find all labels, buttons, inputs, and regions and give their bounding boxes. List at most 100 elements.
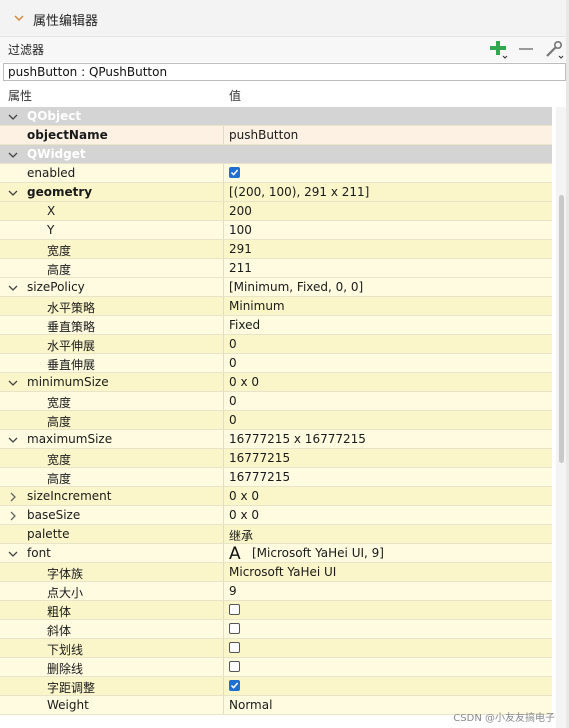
property-value[interactable]: 0 x 0 [229, 375, 259, 389]
chevron-down-icon[interactable] [8, 149, 18, 159]
property-checkbox[interactable] [229, 642, 240, 653]
property-row[interactable]: 删除线 [0, 658, 552, 677]
property-row[interactable]: 垂直伸展 0 [0, 354, 552, 373]
wrench-icon[interactable] [543, 38, 565, 60]
property-row[interactable]: 高度 16777215 [0, 468, 552, 487]
property-value[interactable]: 291 [229, 242, 252, 256]
property-row[interactable]: sizeIncrement 0 x 0 [0, 487, 552, 506]
property-name: 字距调整 [47, 681, 96, 695]
property-value[interactable]: 200 [229, 204, 252, 218]
property-name-cell: QWidget [0, 145, 224, 163]
chevron-down-icon[interactable] [8, 111, 18, 121]
property-row[interactable]: 字体族 Microsoft YaHei UI [0, 563, 552, 582]
property-row[interactable]: X 200 [0, 202, 552, 221]
property-name: 宽度 [47, 453, 72, 467]
property-value[interactable]: 211 [229, 261, 252, 275]
scrollbar-thumb[interactable] [559, 195, 564, 463]
property-row[interactable]: 水平策略 Minimum [0, 297, 552, 316]
property-row[interactable]: font A [Microsoft YaHei UI, 9] [0, 544, 552, 564]
plus-icon[interactable] [487, 38, 509, 60]
property-row[interactable]: Y 100 [0, 221, 552, 240]
property-value[interactable]: 16777215 [229, 451, 290, 465]
property-value[interactable]: 100 [229, 223, 252, 237]
property-value[interactable]: Microsoft YaHei UI [229, 565, 336, 579]
property-value[interactable]: Normal [229, 698, 272, 712]
property-value[interactable]: 16777215 [229, 470, 290, 484]
property-row[interactable]: 点大小 9 [0, 582, 552, 601]
property-name: 斜体 [47, 624, 72, 638]
property-checkbox[interactable] [229, 604, 240, 615]
property-name: 水平伸展 [47, 339, 96, 353]
property-name-cell: minimumSize [0, 373, 224, 391]
category-row[interactable]: QWidget [0, 145, 552, 164]
property-name-cell: QObject [0, 107, 224, 125]
property-value[interactable]: [(200, 100), 291 x 211] [229, 185, 369, 199]
property-name-cell: 高度 [0, 411, 224, 429]
property-name-cell: 垂直策略 [0, 316, 224, 334]
property-row[interactable]: baseSize 0 x 0 [0, 506, 552, 525]
property-row[interactable]: 高度 211 [0, 259, 552, 278]
property-editor-titlebar[interactable]: 属性编辑器 [0, 0, 569, 37]
property-row[interactable]: 下划线 [0, 639, 552, 658]
property-name-cell: 下划线 [0, 639, 224, 657]
chevron-down-icon[interactable] [8, 377, 18, 387]
property-name-cell: sizePolicy [0, 278, 224, 296]
property-value[interactable]: 9 [229, 584, 237, 598]
property-value[interactable]: 继承 [229, 527, 253, 544]
property-row[interactable]: enabled [0, 164, 552, 183]
property-row[interactable]: sizePolicy [Minimum, Fixed, 0, 0] [0, 278, 552, 297]
property-row[interactable]: 垂直策略 Fixed [0, 316, 552, 335]
property-row[interactable]: minimumSize 0 x 0 [0, 373, 552, 392]
chevron-down-icon[interactable] [8, 548, 18, 558]
property-value[interactable]: [Minimum, Fixed, 0, 0] [229, 280, 363, 294]
property-row[interactable]: objectName pushButton [0, 126, 552, 145]
property-checkbox[interactable] [229, 680, 240, 691]
property-value[interactable]: 0 [229, 394, 237, 408]
property-value[interactable]: 0 x 0 [229, 489, 259, 503]
property-value[interactable]: 0 [229, 337, 237, 351]
property-row[interactable]: 高度 0 [0, 411, 552, 430]
property-name: 高度 [47, 263, 72, 277]
property-row[interactable]: palette 继承 [0, 525, 552, 544]
column-header-property[interactable]: 属性 [8, 87, 32, 104]
property-row[interactable]: 字距调整 [0, 677, 552, 696]
property-value[interactable]: 0 [229, 356, 237, 370]
object-class-field: pushButton : QPushButton [3, 63, 566, 81]
property-name: sizePolicy [27, 280, 85, 294]
property-value[interactable]: Fixed [229, 318, 260, 332]
property-checkbox[interactable] [229, 661, 240, 672]
property-name: minimumSize [27, 375, 109, 389]
chevron-right-icon[interactable] [8, 491, 18, 502]
property-row[interactable]: geometry [(200, 100), 291 x 211] [0, 183, 552, 202]
property-checkbox[interactable] [229, 167, 240, 178]
property-name-cell: 宽度 [0, 392, 224, 410]
chevron-down-icon[interactable] [8, 434, 18, 444]
property-row[interactable]: maximumSize 16777215 x 16777215 [0, 430, 552, 449]
property-checkbox[interactable] [229, 623, 240, 634]
chevron-down-icon[interactable] [8, 282, 18, 292]
property-value[interactable]: [Microsoft YaHei UI, 9] [252, 546, 384, 560]
property-value[interactable]: pushButton [229, 128, 298, 142]
property-row[interactable]: 粗体 [0, 601, 552, 620]
property-row[interactable]: 斜体 [0, 620, 552, 639]
property-row[interactable]: 水平伸展 0 [0, 335, 552, 354]
column-header-value[interactable]: 值 [229, 87, 241, 104]
property-value[interactable]: Minimum [229, 299, 285, 313]
property-name: 字体族 [47, 567, 84, 581]
property-row[interactable]: 宽度 16777215 [0, 449, 552, 468]
property-name: 粗体 [47, 605, 72, 619]
property-value[interactable]: 0 [229, 413, 237, 427]
property-row[interactable]: 宽度 291 [0, 240, 552, 259]
property-value[interactable]: 16777215 x 16777215 [229, 432, 366, 446]
chevron-down-icon[interactable] [12, 11, 26, 25]
property-name: 下划线 [47, 643, 84, 657]
property-name-cell: 高度 [0, 468, 224, 486]
category-row[interactable]: QObject [0, 107, 552, 126]
chevron-down-icon[interactable] [8, 187, 18, 197]
property-name: enabled [27, 166, 76, 180]
property-value[interactable]: 0 x 0 [229, 508, 259, 522]
property-row[interactable]: 宽度 0 [0, 392, 552, 411]
minus-icon[interactable] [515, 38, 537, 60]
property-name-cell: 水平策略 [0, 297, 224, 315]
chevron-right-icon[interactable] [8, 510, 18, 521]
